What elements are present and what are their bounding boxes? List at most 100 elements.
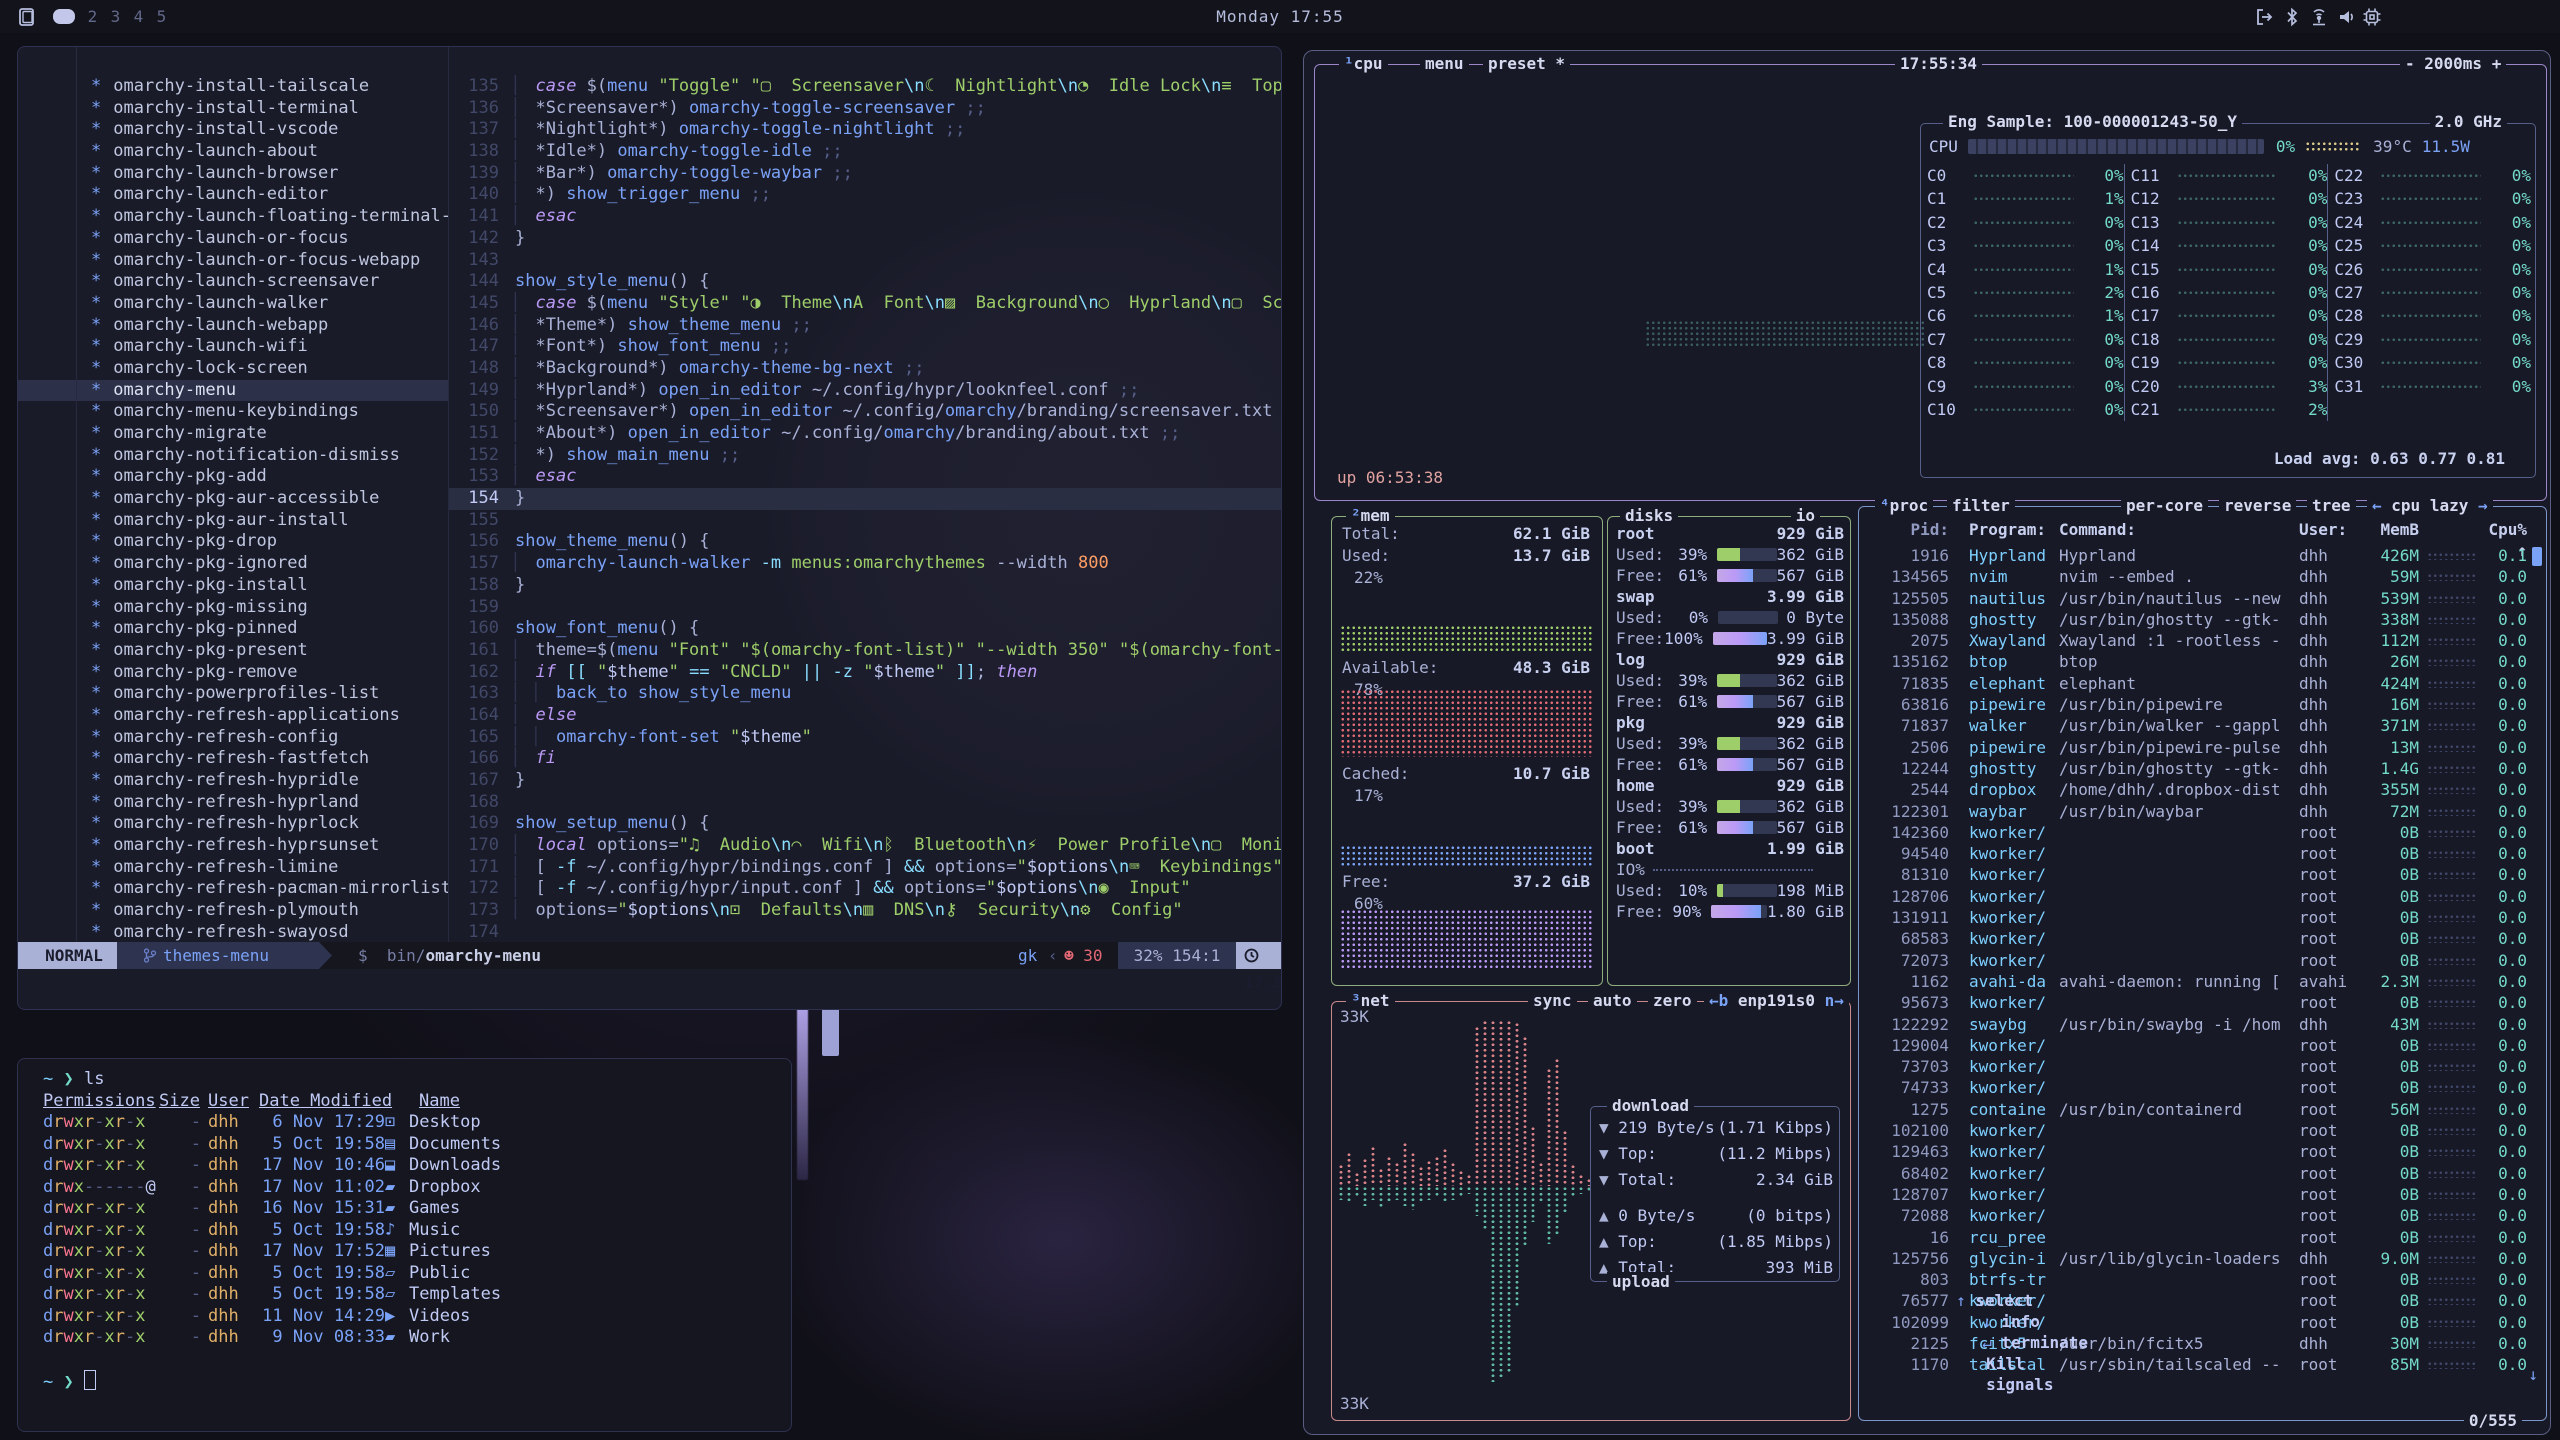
process-row[interactable]: 1916HyprlandHyprlanddhh426M0.1 — [1867, 545, 2535, 566]
file-item[interactable]: *omarchy-install-terminal — [18, 98, 448, 120]
process-row[interactable]: 1162avahi-daavahi-daemon: running [avahi… — [1867, 971, 2535, 992]
file-item[interactable]: *omarchy-launch-browser — [18, 163, 448, 185]
file-item[interactable]: *omarchy-refresh-config — [18, 727, 448, 749]
file-item[interactable]: *omarchy-refresh-applications — [18, 705, 448, 727]
file-item[interactable]: *omarchy-pkg-remove — [18, 662, 448, 684]
file-item[interactable]: *omarchy-pkg-drop — [18, 531, 448, 553]
process-row[interactable]: 129004kworker/root0B0.0 — [1867, 1035, 2535, 1056]
process-row[interactable]: 2506pipewire/usr/bin/pipewire-pulsedhh13… — [1867, 737, 2535, 758]
bluetooth-icon[interactable] — [2283, 7, 2301, 27]
process-row[interactable]: 63816pipewire/usr/bin/pipewiredhh16M0.0 — [1867, 694, 2535, 715]
preset-chip[interactable]: preset * — [1483, 54, 1570, 74]
file-item[interactable]: *omarchy-refresh-limine — [18, 857, 448, 879]
file-item[interactable]: *omarchy-refresh-pacman-mirrorlist — [18, 878, 448, 900]
proc-box-title[interactable]: ⁴proc — [1875, 496, 1933, 516]
process-row[interactable]: 73703kworker/root0B0.0 — [1867, 1056, 2535, 1077]
process-list[interactable]: 1916HyprlandHyprlanddhh426M0.1134565nvim… — [1867, 545, 2535, 1376]
file-item[interactable]: *omarchy-pkg-missing — [18, 597, 448, 619]
process-row[interactable]: 134565nvimnvim --embed .dhh59M0.0 — [1867, 566, 2535, 587]
file-item[interactable]: *omarchy-launch-or-focus — [18, 228, 448, 250]
process-row[interactable]: 68583kworker/root0B0.0 — [1867, 928, 2535, 949]
process-row[interactable]: 12244ghostty/usr/bin/ghostty --gtk-dhh1.… — [1867, 758, 2535, 779]
file-item[interactable]: *omarchy-refresh-hypridle — [18, 770, 448, 792]
process-row[interactable]: 71837walker/usr/bin/walker --gappldhh371… — [1867, 715, 2535, 736]
process-row[interactable]: 71835elephantelephantdhh424M0.0 — [1867, 673, 2535, 694]
file-item[interactable]: *omarchy-launch-walker — [18, 293, 448, 315]
proc-footer[interactable]: ↑ select ↓ info ↵ terminate Kill signals — [1879, 1269, 2088, 1416]
process-row[interactable]: 16rcu_preeroot0B0.0 — [1867, 1227, 2535, 1248]
file-item[interactable]: *omarchy-refresh-swayosd — [18, 922, 448, 942]
file-item[interactable]: *omarchy-refresh-fastfetch — [18, 748, 448, 770]
process-row[interactable]: 131911kworker/root0B0.0 — [1867, 907, 2535, 928]
tree-chip[interactable]: tree — [2307, 496, 2356, 516]
file-item[interactable]: *omarchy-lock-screen — [18, 358, 448, 380]
file-item[interactable]: *omarchy-pkg-add — [18, 466, 448, 488]
menu-chip[interactable]: menu — [1420, 54, 1469, 74]
prompt-line-2[interactable]: ~ ❯ — [43, 1370, 791, 1392]
process-row[interactable]: 68402kworker/root0B0.0 — [1867, 1163, 2535, 1184]
process-row[interactable]: 2544dropbox/home/dhh/.dropbox-distdhh355… — [1867, 779, 2535, 800]
process-row[interactable]: 94540kworker/root0B0.0 — [1867, 843, 2535, 864]
per-core-chip[interactable]: per-core — [2121, 496, 2208, 516]
file-item[interactable]: *omarchy-launch-or-focus-webapp — [18, 250, 448, 272]
process-row[interactable]: 72073kworker/root0B0.0 — [1867, 950, 2535, 971]
process-row[interactable]: 129463kworker/root0B0.0 — [1867, 1141, 2535, 1162]
file-item[interactable]: *omarchy-pkg-aur-accessible — [18, 488, 448, 510]
terminal-window[interactable]: ~ ❯ ls PermissionsSizeUserDate ModifiedN… — [17, 1058, 792, 1432]
file-item[interactable]: *omarchy-pkg-pinned — [18, 618, 448, 640]
volume-icon[interactable] — [2337, 7, 2357, 27]
logout-icon[interactable] — [2254, 7, 2274, 27]
reverse-chip[interactable]: reverse — [2219, 496, 2296, 516]
file-item[interactable]: *omarchy-refresh-plymouth — [18, 900, 448, 922]
process-row[interactable]: 128707kworker/root0B0.0 — [1867, 1184, 2535, 1205]
code-pane[interactable]: 135▏ case $(menu "Toggle" "▢ Screensaver… — [449, 47, 1282, 942]
process-row[interactable]: 74733kworker/root0B0.0 — [1867, 1077, 2535, 1098]
process-row[interactable]: 135088ghostty/usr/bin/ghostty --gtk-dhh3… — [1867, 609, 2535, 630]
file-item[interactable]: *omarchy-pkg-aur-install — [18, 510, 448, 532]
process-row[interactable]: 128706kworker/root0B0.0 — [1867, 886, 2535, 907]
auto-chip[interactable]: auto — [1588, 991, 1637, 1011]
scroll-down-arrow[interactable]: ↓ — [2528, 1365, 2538, 1384]
file-item[interactable]: *omarchy-pkg-install — [18, 575, 448, 597]
file-item[interactable]: *omarchy-pkg-ignored — [18, 553, 448, 575]
file-item[interactable]: *omarchy-refresh-hyprsunset — [18, 835, 448, 857]
process-row[interactable]: 72088kworker/root0B0.0 — [1867, 1205, 2535, 1226]
process-row[interactable]: 122301waybar/usr/bin/waybardhh72M0.0 — [1867, 801, 2535, 822]
file-item[interactable]: *omarchy-menu — [18, 380, 448, 402]
file-item[interactable]: *omarchy-install-tailscale — [18, 76, 448, 98]
cpu-icon[interactable] — [2362, 7, 2382, 27]
interval-chip[interactable]: - 2000ms + — [2400, 54, 2506, 74]
file-item[interactable]: *omarchy-refresh-hyprlock — [18, 813, 448, 835]
process-row[interactable]: 142360kworker/root0B0.0 — [1867, 822, 2535, 843]
file-item[interactable]: *omarchy-launch-wifi — [18, 336, 448, 358]
sync-chip[interactable]: sync — [1528, 991, 1577, 1011]
sort-chip[interactable]: ← cpu lazy → — [2367, 496, 2493, 516]
proc-header[interactable]: Pid: Program: Command: User: MemB Cpu% ↑ — [1867, 519, 2535, 540]
file-item[interactable]: *omarchy-notification-dismiss — [18, 445, 448, 467]
interface-chip[interactable]: ←b enp191s0 n→ — [1704, 991, 1849, 1011]
process-row[interactable]: 102100kworker/root0B0.0 — [1867, 1120, 2535, 1141]
file-item[interactable]: *omarchy-launch-about — [18, 141, 448, 163]
network-icon[interactable] — [2308, 7, 2330, 27]
process-row[interactable]: 125505nautilus/usr/bin/nautilus --newdhh… — [1867, 588, 2535, 609]
file-item[interactable]: *omarchy-powerprofiles-list — [18, 683, 448, 705]
process-row[interactable]: 1275containe/usr/bin/containerdroot56M0.… — [1867, 1099, 2535, 1120]
zero-chip[interactable]: zero — [1648, 991, 1697, 1011]
process-row[interactable]: 135162btopbtopdhh26M0.0 — [1867, 651, 2535, 672]
process-row[interactable]: 125756glycin-i/usr/lib/glycin-loadersdhh… — [1867, 1248, 2535, 1269]
filter-chip[interactable]: filter — [1947, 496, 2015, 516]
file-item[interactable]: *omarchy-refresh-hyprland — [18, 792, 448, 814]
file-item[interactable]: *omarchy-launch-webapp — [18, 315, 448, 337]
file-item[interactable]: *omarchy-pkg-present — [18, 640, 448, 662]
file-item[interactable]: *omarchy-menu-keybindings — [18, 401, 448, 423]
file-item[interactable]: *omarchy-launch-floating-terminal- — [18, 206, 448, 228]
file-item[interactable]: *omarchy-migrate — [18, 423, 448, 445]
process-row[interactable]: 81310kworker/root0B0.0 — [1867, 864, 2535, 885]
file-item[interactable]: *omarchy-launch-editor — [18, 184, 448, 206]
proc-scrollbar[interactable] — [2532, 547, 2542, 566]
file-list-pane[interactable]: *omarchy-install-tailscale*omarchy-insta… — [18, 47, 448, 942]
file-item[interactable]: *omarchy-launch-screensaver — [18, 271, 448, 293]
process-row[interactable]: 95673kworker/root0B0.0 — [1867, 992, 2535, 1013]
file-item[interactable]: *omarchy-install-vscode — [18, 119, 448, 141]
process-row[interactable]: 2075XwaylandXwayland :1 -rootless -dhh11… — [1867, 630, 2535, 651]
